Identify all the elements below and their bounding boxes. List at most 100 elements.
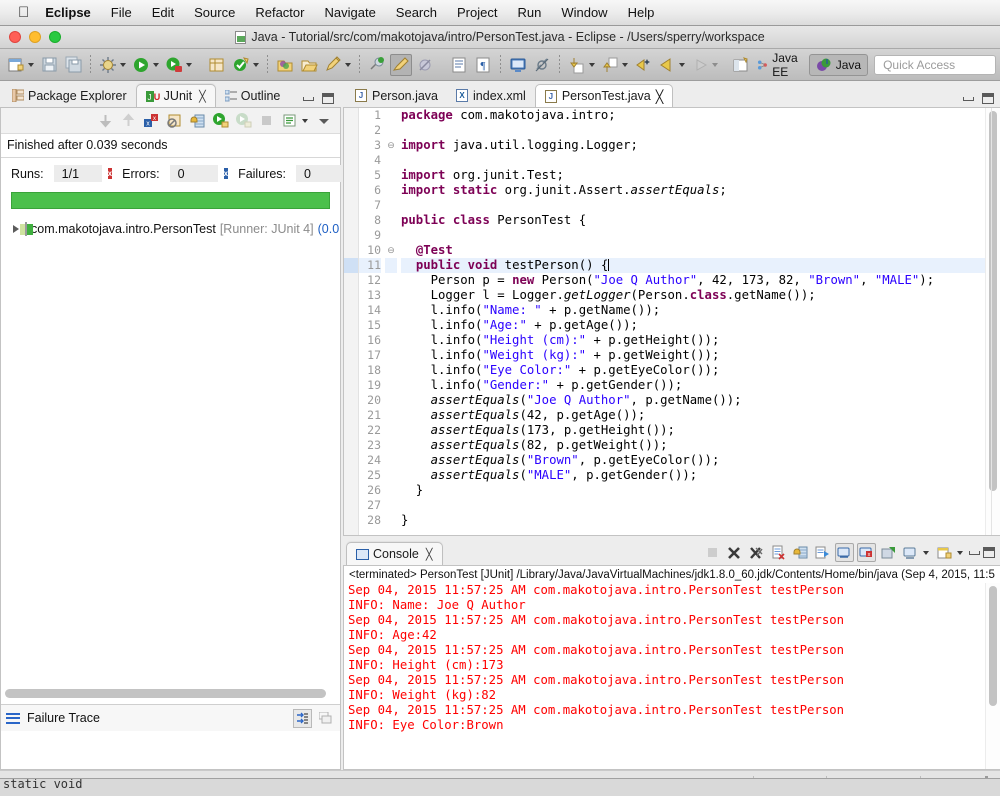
annotation-ruler-row[interactable]: [344, 378, 358, 393]
fold-marker[interactable]: [385, 453, 397, 468]
annotation-ruler-row[interactable]: [344, 153, 358, 168]
scrollbar-thumb[interactable]: [5, 689, 326, 698]
show-whitespace-icon[interactable]: [448, 54, 470, 76]
terminate-icon[interactable]: [703, 543, 722, 562]
code-line[interactable]: package com.makotojava.intro;: [401, 108, 985, 123]
console-body[interactable]: <terminated> PersonTest [JUnit] /Library…: [343, 565, 1000, 770]
open-resource-icon[interactable]: [298, 54, 320, 76]
maximize-editor-button[interactable]: [982, 93, 994, 104]
run-external-dropdown-icon[interactable]: [186, 63, 192, 67]
code-line[interactable]: l.info("Eye Color:" + p.getEyeColor());: [401, 363, 985, 378]
code-line[interactable]: }: [401, 513, 985, 528]
fold-marker[interactable]: ⊖: [385, 243, 397, 258]
stop-on-error-icon[interactable]: [164, 111, 184, 131]
display-console-caret-icon[interactable]: [923, 551, 929, 555]
minimize-view-button[interactable]: [303, 97, 314, 101]
annotation-ruler-row[interactable]: [344, 333, 358, 348]
maximize-button[interactable]: [316, 709, 335, 728]
paragraph-icon[interactable]: ¶: [472, 54, 494, 76]
new-console-caret-icon[interactable]: [957, 551, 963, 555]
quick-access-input[interactable]: Quick Access: [874, 55, 996, 75]
code-line[interactable]: l.info("Gender:" + p.getGender());: [401, 378, 985, 393]
fold-marker[interactable]: [385, 228, 397, 243]
code-line[interactable]: import static org.junit.Assert.assertEqu…: [401, 183, 985, 198]
annotation-ruler-row[interactable]: [344, 438, 358, 453]
fold-marker[interactable]: [385, 423, 397, 438]
display-selected-console-icon[interactable]: x: [857, 543, 876, 562]
fold-marker[interactable]: [385, 288, 397, 303]
forward-dropdown-icon[interactable]: [712, 63, 718, 67]
previous-annotation-icon[interactable]: [599, 54, 621, 76]
fold-marker[interactable]: [385, 408, 397, 423]
annotation-ruler-row[interactable]: [344, 363, 358, 378]
fold-marker[interactable]: [385, 123, 397, 138]
code-line[interactable]: public void testPerson() {: [401, 258, 985, 273]
menu-item-file[interactable]: File: [111, 5, 132, 20]
minimize-button[interactable]: [29, 31, 41, 43]
rerun-failed-tests-icon[interactable]: [233, 111, 253, 131]
annotation-ruler-row[interactable]: [344, 513, 358, 528]
annotation-ruler-row[interactable]: [344, 453, 358, 468]
zoom-button[interactable]: [49, 31, 61, 43]
fold-marker[interactable]: ⊖: [385, 138, 397, 153]
scroll-lock-icon[interactable]: [187, 111, 207, 131]
debug-icon[interactable]: [97, 54, 119, 76]
stop-test-run-icon[interactable]: [256, 111, 276, 131]
annotation-ruler-row[interactable]: [344, 288, 358, 303]
back-icon[interactable]: [656, 54, 678, 76]
code-line[interactable]: @Test: [401, 243, 985, 258]
view-dropdown-icon[interactable]: [302, 119, 308, 123]
show-console-on-output-icon[interactable]: [813, 543, 832, 562]
tab-junit[interactable]: JU JUnit ╳: [136, 84, 216, 107]
fold-marker[interactable]: [385, 258, 397, 273]
minimize-editor-button[interactable]: [963, 97, 974, 101]
annotation-ruler-row[interactable]: [344, 138, 358, 153]
annotation-ruler-row[interactable]: [344, 198, 358, 213]
fold-marker[interactable]: [385, 348, 397, 363]
open-type-icon[interactable]: [230, 54, 252, 76]
fold-marker[interactable]: [385, 198, 397, 213]
next-annotation-dropdown-icon[interactable]: [589, 63, 595, 67]
menu-item-eclipse[interactable]: Eclipse: [45, 5, 91, 20]
new-console-view-icon[interactable]: [935, 543, 954, 562]
menu-item-run[interactable]: Run: [517, 5, 541, 20]
save-all-icon[interactable]: [62, 54, 84, 76]
annotation-ruler-row[interactable]: [344, 258, 358, 273]
menu-item-search[interactable]: Search: [396, 5, 437, 20]
fold-marker[interactable]: [385, 378, 397, 393]
annotation-ruler-row[interactable]: [344, 408, 358, 423]
minimize-console-button[interactable]: [969, 551, 980, 555]
mark-occurrences-dropdown-icon[interactable]: [345, 63, 351, 67]
fold-marker[interactable]: [385, 303, 397, 318]
fold-marker[interactable]: [385, 498, 397, 513]
close-icon[interactable]: ╳: [656, 89, 664, 104]
maximize-console-button[interactable]: [983, 547, 995, 558]
console-vscrollbar[interactable]: [985, 583, 1000, 769]
rerun-test-icon[interactable]: [210, 111, 230, 131]
forward-icon[interactable]: [689, 54, 711, 76]
fold-marker[interactable]: [385, 318, 397, 333]
tab-index-xml[interactable]: X index.xml: [447, 84, 535, 107]
expand-triangle-icon[interactable]: [13, 225, 19, 233]
skip-breakpoints-icon[interactable]: [414, 54, 436, 76]
annotation-ruler-row[interactable]: [344, 183, 358, 198]
fold-marker[interactable]: [385, 108, 397, 123]
pin-console-icon[interactable]: [835, 543, 854, 562]
open-task-icon[interactable]: [274, 54, 296, 76]
debug-dropdown-icon[interactable]: [120, 63, 126, 67]
tab-console[interactable]: Console ╳: [346, 542, 443, 565]
code-line[interactable]: [401, 228, 985, 243]
run-icon[interactable]: [130, 54, 152, 76]
fold-marker[interactable]: [385, 153, 397, 168]
junit-tree-hscrollbar[interactable]: [5, 689, 336, 701]
pin-editor-icon[interactable]: [366, 54, 388, 76]
view-menu-icon[interactable]: [279, 111, 299, 131]
fold-marker[interactable]: [385, 438, 397, 453]
annotation-ruler-row[interactable]: [344, 483, 358, 498]
code-line[interactable]: assertEquals("Joe Q Author", p.getName()…: [401, 393, 985, 408]
new-wizard-dropdown-icon[interactable]: [28, 63, 34, 67]
save-icon[interactable]: [38, 54, 60, 76]
close-icon[interactable]: ╳: [199, 90, 206, 103]
code-line[interactable]: assertEquals(82, p.getWeight());: [401, 438, 985, 453]
code-line[interactable]: [401, 123, 985, 138]
